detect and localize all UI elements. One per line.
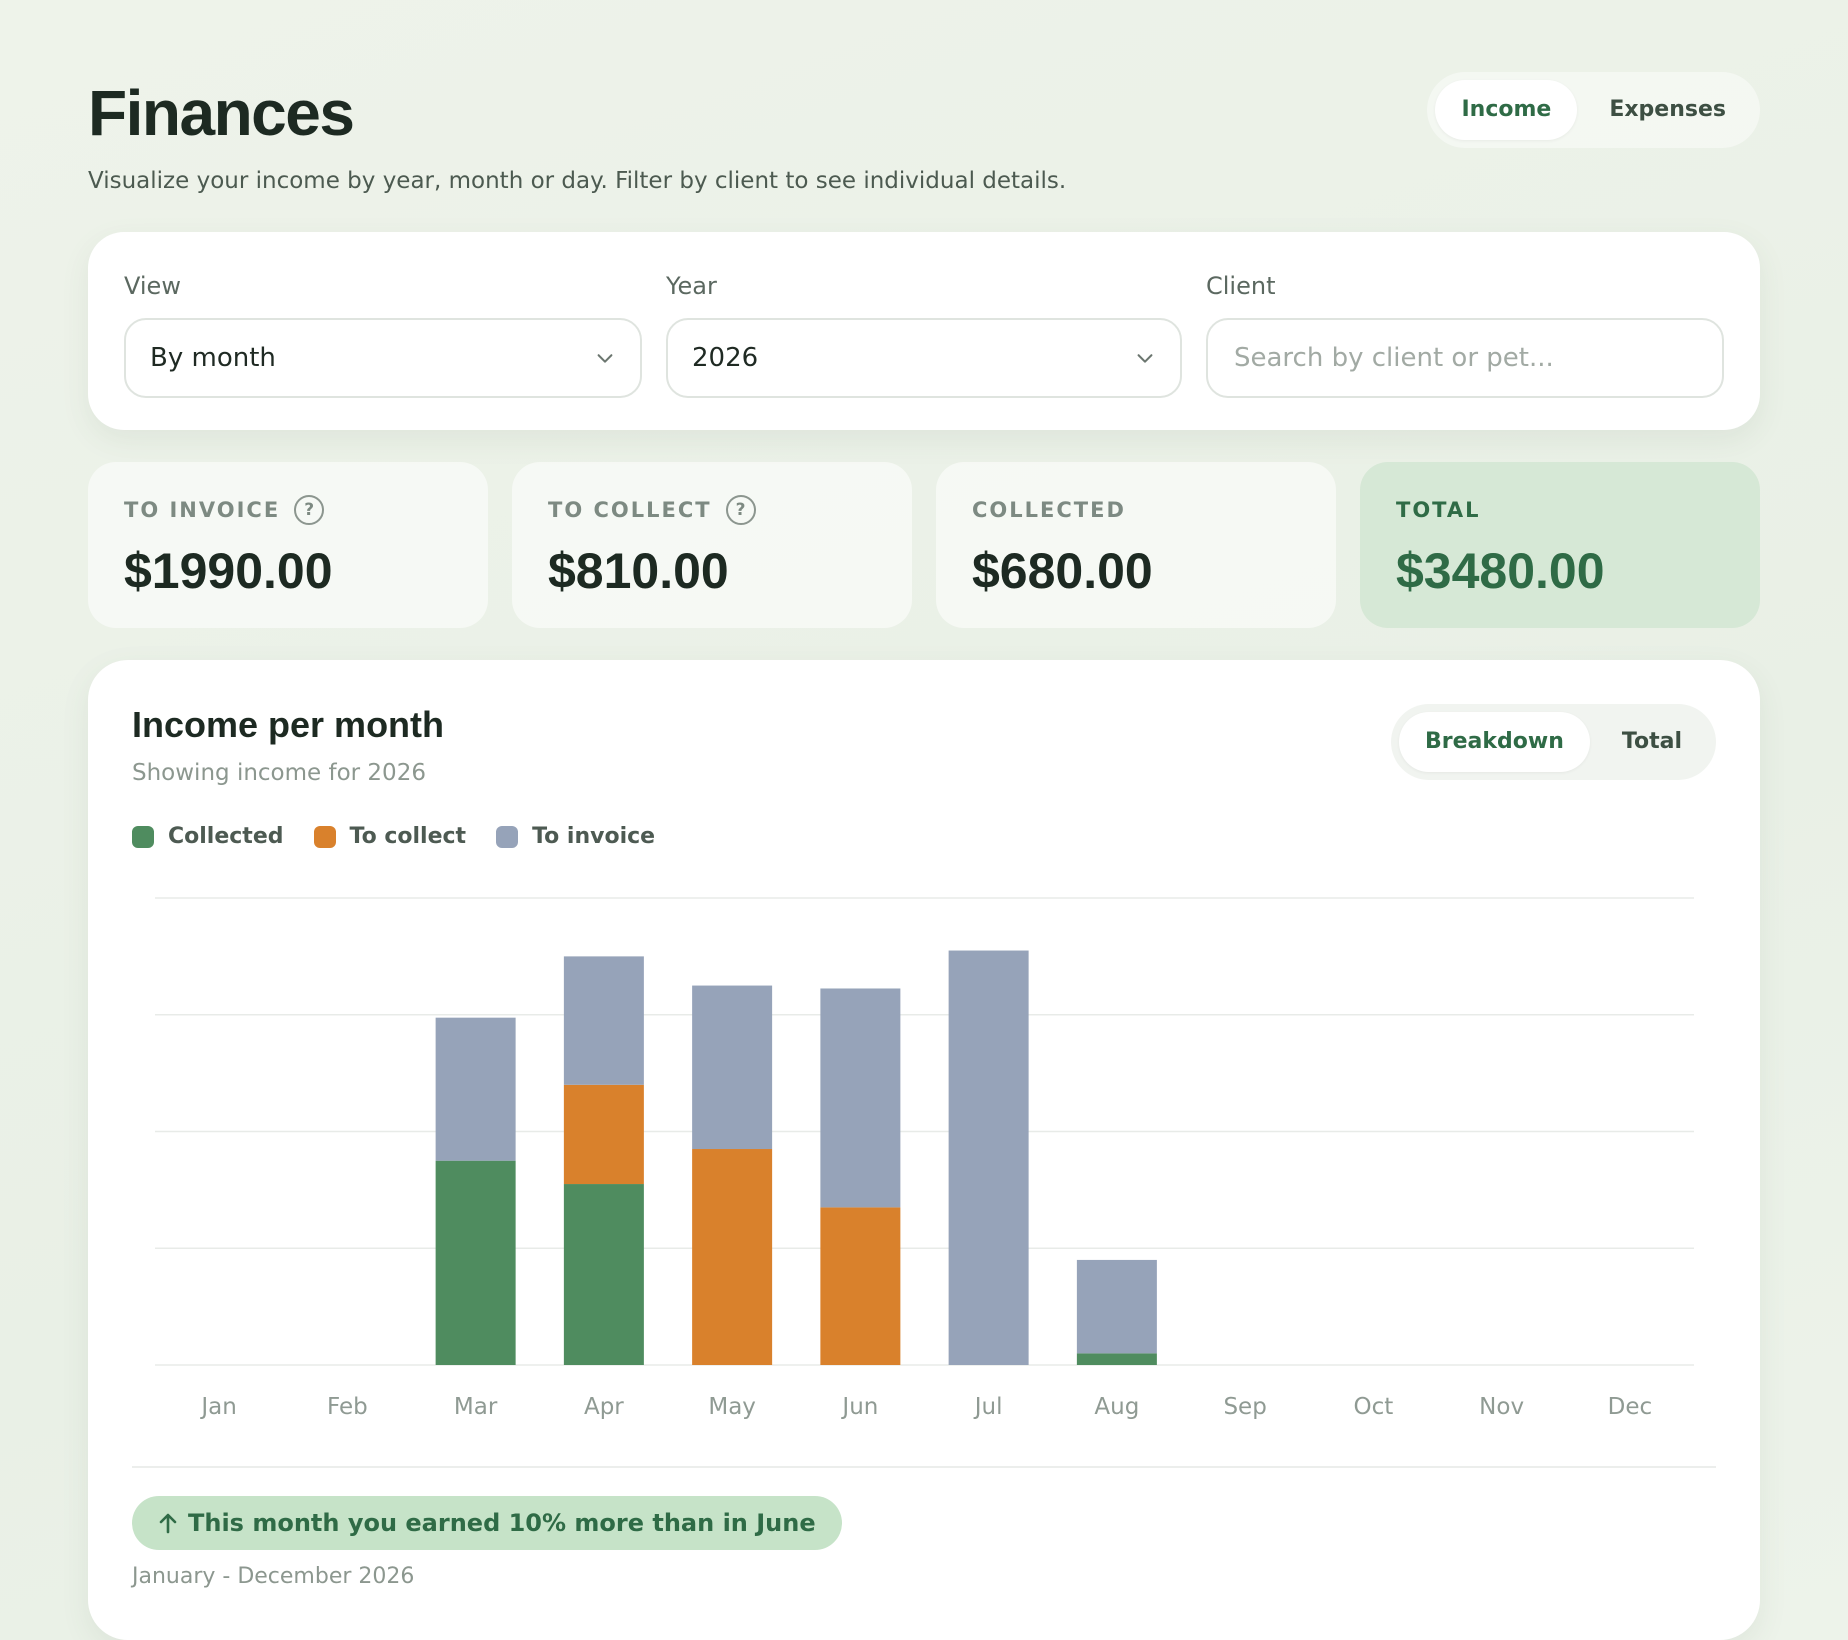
legend-swatch	[313, 825, 336, 848]
x-tick-label: Feb	[327, 1394, 368, 1420]
bar-aug-to-invoice[interactable]	[1076, 1259, 1157, 1354]
year-field: Year 2026	[666, 272, 1182, 398]
stat-value: $680.00	[972, 543, 1153, 599]
client-label: Client	[1206, 272, 1276, 300]
chevron-down-icon	[597, 354, 613, 363]
stat-label-row: TO INVOICE ?	[124, 494, 452, 526]
x-tick-label: Aug	[1094, 1394, 1139, 1420]
bar-jun-to-invoice[interactable]	[820, 988, 901, 1208]
stat-label-row: TO COLLECT ?	[548, 494, 876, 526]
divider	[132, 1466, 1716, 1468]
client-field: Client	[1206, 272, 1724, 398]
tab-breakdown[interactable]: Breakdown	[1399, 712, 1590, 772]
tab-income[interactable]: Income	[1435, 80, 1578, 140]
stat-to-collect: TO COLLECT ? $810.00	[512, 462, 912, 628]
date-range: January - December 2026	[132, 1564, 415, 1589]
arrow-up-icon	[159, 1513, 177, 1534]
stat-label-row: TOTAL	[1396, 494, 1724, 526]
tab-total[interactable]: Total	[1596, 712, 1708, 772]
x-tick-label: Mar	[454, 1394, 498, 1420]
stat-total: TOTAL $3480.00	[1360, 462, 1760, 628]
view-select-value: By month	[150, 343, 276, 373]
legend-item-to-collect: To collect	[313, 824, 467, 849]
bar-jul-to-invoice[interactable]	[948, 950, 1029, 1365]
insight-text: This month you earned 10% more than in J…	[188, 1509, 816, 1537]
view-label: View	[124, 272, 181, 300]
client-search-box	[1206, 318, 1724, 398]
stat-collected: COLLECTED $680.00	[936, 462, 1336, 628]
chart-mode-toggle: Breakdown Total	[1391, 704, 1716, 780]
page-header: Finances Visualize your income by year, …	[88, 0, 1760, 232]
stat-label-row: COLLECTED	[972, 494, 1300, 526]
bar-apr-collected[interactable]	[563, 1184, 644, 1365]
x-tick-label: May	[708, 1394, 756, 1420]
x-tick-label: Dec	[1608, 1394, 1653, 1420]
tab-expenses[interactable]: Expenses	[1583, 80, 1752, 140]
x-tick-label: Oct	[1353, 1394, 1393, 1420]
legend-label: Collected	[168, 824, 284, 849]
view-select[interactable]: By month	[124, 318, 642, 398]
bar-mar-to-invoice[interactable]	[435, 1017, 516, 1161]
stat-label: TO COLLECT	[548, 498, 712, 522]
bar-may-to-collect[interactable]	[692, 1149, 773, 1365]
chart-card: Jan Feb Mar Apr May Jun Jul Aug Sep Oct Nov Dec Inc…	[88, 660, 1760, 1640]
stat-value: $810.00	[548, 543, 729, 599]
bar-may-to-invoice[interactable]	[692, 985, 773, 1150]
legend-swatch	[496, 825, 519, 848]
filters-card: View By month Year 2026 Client	[88, 232, 1760, 430]
help-icon[interactable]: ?	[294, 495, 325, 525]
bar-apr-to-collect[interactable]	[563, 1084, 644, 1185]
client-search-input[interactable]	[1232, 342, 1698, 374]
stat-value: $1990.00	[124, 543, 333, 599]
chevron-down-icon	[1137, 354, 1153, 363]
bar-mar-collected[interactable]	[435, 1160, 516, 1365]
insight-badge: This month you earned 10% more than in J…	[132, 1496, 842, 1550]
legend-label: To collect	[349, 824, 467, 849]
legend-item-collected: Collected	[132, 824, 284, 849]
help-icon[interactable]: ?	[725, 495, 756, 525]
year-select[interactable]: 2026	[666, 318, 1182, 398]
x-tick-label: Jan	[199, 1394, 236, 1420]
bar-jun-to-collect[interactable]	[820, 1207, 901, 1365]
chart-title: Income per month	[132, 704, 445, 745]
income-bar-chart: Jan Feb Mar Apr May Jun Jul Aug Sep Oct Nov Dec	[155, 897, 1694, 1420]
stat-value: $3480.00	[1396, 543, 1605, 599]
year-select-value: 2026	[692, 343, 759, 373]
year-label: Year	[666, 272, 717, 300]
x-tick-label: Nov	[1479, 1394, 1524, 1420]
bar-aug-collected[interactable]	[1076, 1353, 1157, 1365]
stat-label: TO INVOICE	[124, 498, 281, 522]
stat-label: COLLECTED	[972, 498, 1126, 522]
chart-legend: Collected To collect To invoice	[132, 824, 655, 849]
x-tick-label: Jul	[973, 1394, 1003, 1420]
income-expenses-toggle: Income Expenses	[1427, 72, 1760, 148]
chart-subtitle: Showing income for 2026	[132, 760, 426, 786]
legend-label: To invoice	[532, 824, 656, 849]
view-field: View By month	[124, 272, 642, 398]
legend-item-to-invoice: To invoice	[496, 824, 655, 849]
stat-to-invoice: TO INVOICE ? $1990.00	[88, 462, 488, 628]
bar-apr-to-invoice[interactable]	[563, 956, 644, 1085]
x-tick-label: Sep	[1223, 1394, 1266, 1420]
x-tick-label: Jun	[840, 1394, 878, 1420]
x-tick-label: Apr	[584, 1394, 624, 1420]
page-title: Finances	[88, 77, 355, 149]
stats-row: TO INVOICE ? $1990.00 TO COLLECT ? $810.…	[88, 462, 1760, 628]
legend-swatch	[132, 825, 154, 848]
page-subtitle: Visualize your income by year, month or …	[88, 168, 1067, 194]
stat-label: TOTAL	[1396, 498, 1481, 522]
